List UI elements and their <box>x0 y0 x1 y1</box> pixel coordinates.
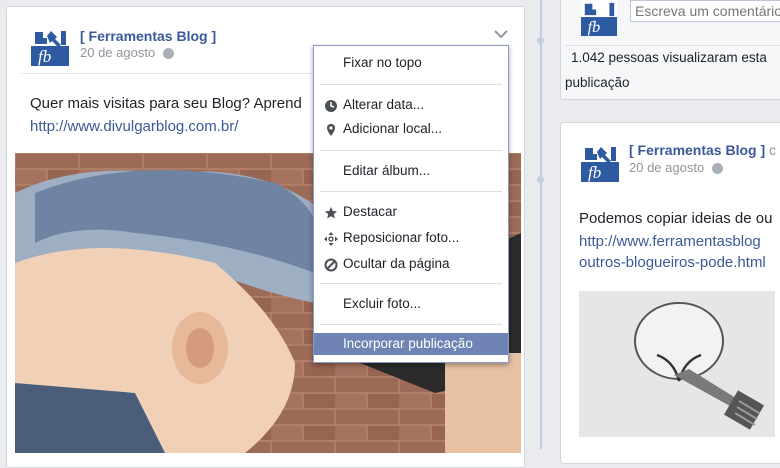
menu-separator <box>320 150 502 151</box>
globe-icon <box>163 48 175 60</box>
views-count-text-line2: publicação <box>565 75 630 90</box>
menu-item-label: Incorporar publicação <box>343 336 473 351</box>
post-photo[interactable] <box>579 291 775 437</box>
page-name-text[interactable]: [ Ferramentas Blog ] <box>629 142 765 158</box>
post-text: Podemos copiar ideias de ou <box>579 210 773 227</box>
post-date-text[interactable]: 20 de agosto <box>629 160 704 175</box>
menu-separator <box>320 84 502 85</box>
menu-item-reposition-photo[interactable]: Reposicionar foto... <box>314 227 508 249</box>
globe-icon <box>712 163 724 175</box>
post-link[interactable]: http://www.divulgarblog.com.br/ <box>30 118 238 135</box>
page-name-link[interactable]: [ Ferramentas Blog ] c <box>629 142 776 158</box>
menu-separator <box>320 324 502 325</box>
menu-item-label: Fixar no topo <box>343 55 422 70</box>
timeline-dot <box>537 37 544 44</box>
clock-icon <box>324 98 338 112</box>
menu-item-label: Excluir foto... <box>343 296 422 311</box>
svg-text:fb: fb <box>38 47 51 66</box>
post-text: Quer mais visitas para seu Blog? Aprend <box>30 95 302 112</box>
menu-item-embed-post[interactable]: Incorporar publicação <box>314 333 508 355</box>
post-date-text[interactable]: 20 de agosto <box>80 45 155 60</box>
move-arrows-icon <box>324 231 338 246</box>
post-card-right-top: fb 1.042 pessoas visualizaram esta publi… <box>560 0 780 100</box>
menu-item-change-date[interactable]: Alterar data... <box>314 94 508 116</box>
post-link-continuation[interactable]: outros-blogueiros-pode.html <box>579 254 766 271</box>
menu-item-label: Editar álbum... <box>343 163 431 178</box>
menu-item-label: Adicionar local... <box>343 121 443 136</box>
timeline-dot <box>537 176 544 183</box>
menu-item-highlight[interactable]: Destacar <box>314 201 508 223</box>
commenter-avatar: fb <box>581 0 617 36</box>
page-logo[interactable]: fb <box>31 28 69 66</box>
post-date[interactable]: 20 de agosto <box>80 45 175 60</box>
divider <box>565 45 780 46</box>
menu-item-edit-album[interactable]: Editar álbum... <box>314 160 508 182</box>
svg-text:fb: fb <box>588 19 601 36</box>
location-pin-icon <box>324 122 338 136</box>
page-name-suffix: c <box>769 142 777 158</box>
post-date[interactable]: 20 de agosto <box>629 160 724 175</box>
block-icon <box>324 257 338 272</box>
menu-item-hide-from-page[interactable]: Ocultar da página <box>314 253 508 275</box>
svg-text:fb: fb <box>588 163 601 182</box>
post-link[interactable]: http://www.ferramentasblog <box>579 233 761 250</box>
timeline-line <box>540 0 542 449</box>
page-logo[interactable]: fb <box>581 144 619 182</box>
menu-item-label: Ocultar da página <box>343 256 450 271</box>
post-card-right: fb [ Ferramentas Blog ] c 20 de agosto P… <box>560 122 780 464</box>
menu-item-label: Reposicionar foto... <box>343 230 460 245</box>
menu-item-label: Destacar <box>343 204 398 219</box>
menu-item-label: Alterar data... <box>343 97 425 112</box>
chevron-down-icon[interactable] <box>494 26 508 39</box>
star-icon <box>324 205 338 219</box>
comment-input[interactable] <box>630 0 780 22</box>
menu-item-add-location[interactable]: Adicionar local... <box>314 118 508 140</box>
menu-item-pin[interactable]: Fixar no topo <box>314 52 508 74</box>
post-options-menu: Fixar no topo Alterar data... Adicionar … <box>313 45 509 363</box>
views-count-text: 1.042 pessoas visualizaram esta <box>571 50 767 65</box>
menu-item-delete-photo[interactable]: Excluir foto... <box>314 293 508 315</box>
menu-separator <box>320 283 502 284</box>
menu-separator <box>320 191 502 192</box>
page-name-link[interactable]: [ Ferramentas Blog ] <box>80 28 216 44</box>
